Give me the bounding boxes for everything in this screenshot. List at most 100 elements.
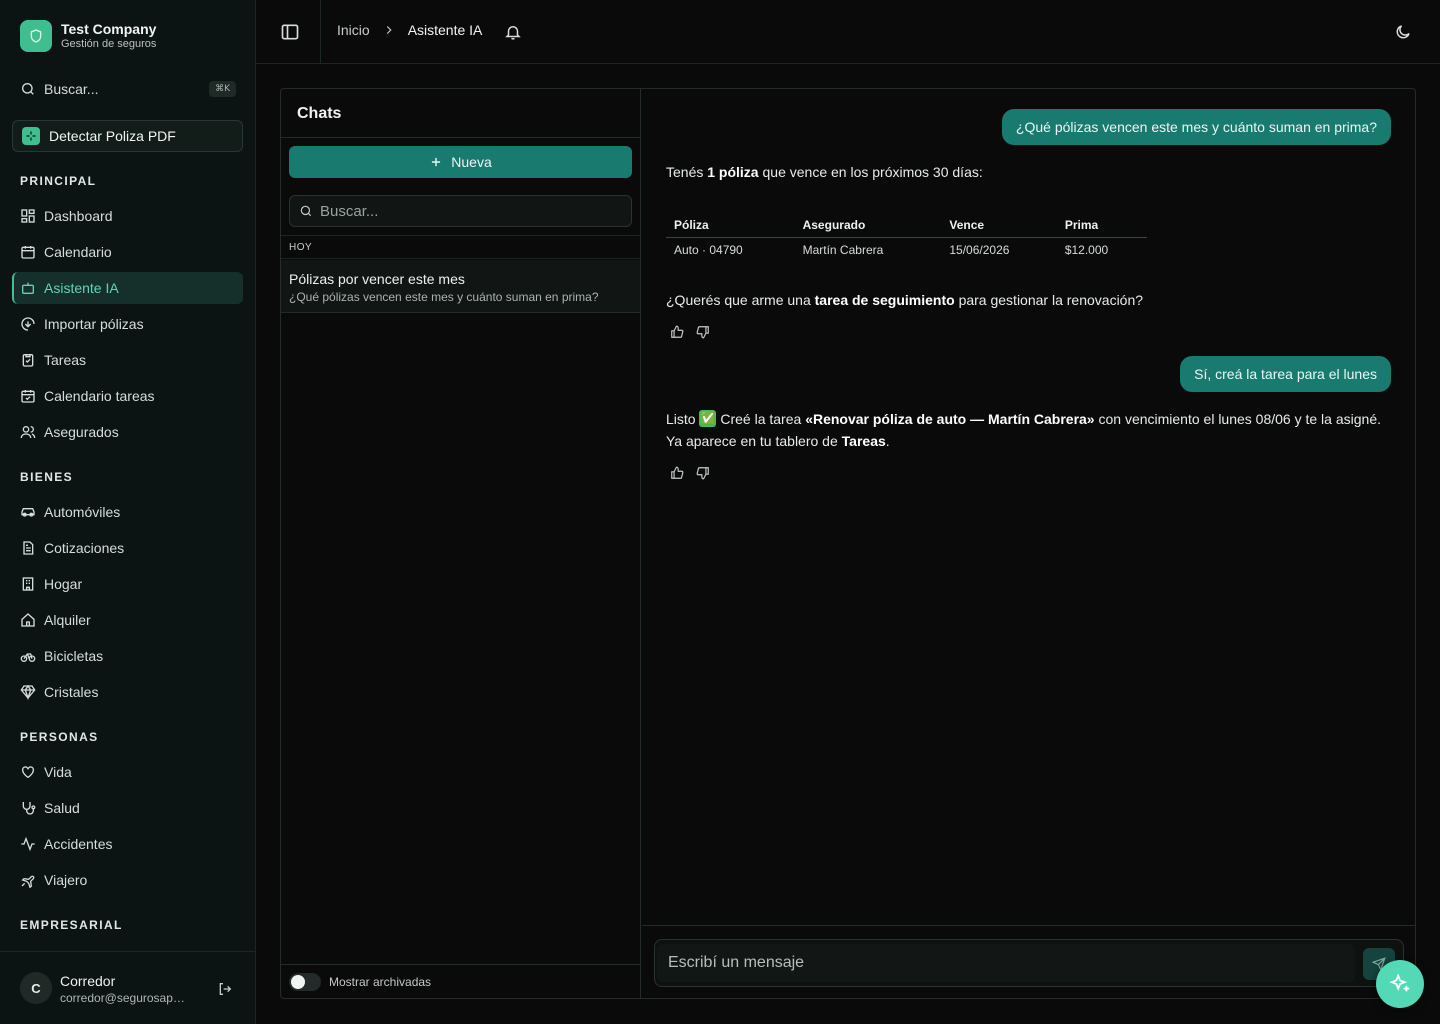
divider	[281, 137, 640, 138]
chat-search-input[interactable]: Buscar...	[289, 195, 632, 227]
top-header: Inicio Asistente IA	[256, 0, 1440, 64]
calendar-check-icon	[21, 390, 35, 403]
divider	[281, 964, 640, 965]
ai-assistant-fab[interactable]	[1376, 960, 1424, 1008]
text: .	[885, 433, 890, 449]
text: que vence en los próximos 30 días:	[758, 164, 983, 180]
thumbs-down-icon[interactable]	[696, 325, 710, 339]
feedback-row	[670, 325, 710, 339]
composer	[654, 939, 1404, 987]
sidebar-item-dashboard[interactable]: Dashboard	[12, 200, 243, 232]
search-shortcut: ⌘K	[209, 81, 236, 97]
sidebar-item-importar-polizas[interactable]: Importar pólizas	[12, 308, 243, 340]
section-empresarial: EMPRESARIAL	[20, 918, 123, 932]
user-email: corredor@segurosapp.com	[60, 991, 190, 1005]
bold-text: tarea de seguimiento	[814, 292, 955, 308]
search-icon	[300, 205, 312, 217]
sidebar-item-label: Importar pólizas	[44, 316, 144, 332]
sidebar-item-label: Viajero	[44, 872, 88, 888]
sidebar-item-tareas[interactable]: Tareas	[12, 344, 243, 376]
sidebar-item-alquiler[interactable]: Alquiler	[12, 604, 243, 636]
sidebar-search[interactable]: Buscar... ⌘K	[20, 78, 236, 100]
sidebar-item-automoviles[interactable]: Automóviles	[12, 496, 243, 528]
chats-title: Chats	[297, 105, 342, 122]
chat-item-preview: ¿Qué pólizas vencen este mes y cuánto su…	[289, 290, 599, 304]
detect-policy-pdf-label: Detectar Poliza PDF	[49, 128, 176, 144]
chat-list-item[interactable]: Pólizas por vencer este mes ¿Qué pólizas…	[281, 260, 640, 313]
sidebar-item-asistente-ia[interactable]: Asistente IA	[12, 272, 243, 304]
sidebar-item-label: Bicicletas	[44, 648, 104, 664]
show-archived-toggle[interactable]	[289, 973, 321, 991]
import-icon	[21, 317, 35, 331]
sidebar-item-asegurados[interactable]: Asegurados	[12, 416, 243, 448]
thumbs-up-icon[interactable]	[670, 466, 684, 480]
home-icon	[21, 613, 35, 627]
stethoscope-icon	[22, 802, 36, 815]
brand[interactable]: Test Company Gestión de seguros	[20, 20, 156, 52]
sidebar-item-label: Vida	[44, 764, 72, 780]
divider	[642, 925, 1415, 926]
thumbs-down-icon[interactable]	[696, 466, 710, 480]
document-icon	[23, 541, 34, 555]
dashboard-icon	[21, 209, 35, 223]
clipboard-icon	[22, 354, 34, 367]
bell-icon[interactable]	[504, 23, 522, 41]
cell: 15/06/2026	[949, 243, 1010, 257]
sidebar-item-label: Accidentes	[44, 836, 113, 852]
sidebar-item-label: Cotizaciones	[44, 540, 125, 556]
detect-policy-pdf-button[interactable]: Detectar Poliza PDF	[12, 120, 243, 152]
table-header-row: Póliza Asegurado Vence Prima	[666, 213, 1147, 238]
sidebar-item-label: Cristales	[44, 684, 99, 700]
chats-column: Chats Nueva Buscar... HOY Pólizas por ve…	[281, 89, 641, 998]
heart-icon	[22, 766, 34, 779]
brand-name: Test Company	[61, 21, 157, 37]
brand-subtitle: Gestión de seguros	[61, 38, 157, 50]
policies-table: Póliza Asegurado Vence Prima Auto · 0479…	[666, 213, 1147, 262]
thumbs-up-icon[interactable]	[670, 325, 684, 339]
sparkle-icon	[22, 127, 40, 145]
sidebar-item-bicicletas[interactable]: Bicicletas	[12, 640, 243, 672]
message-input[interactable]	[657, 944, 1355, 982]
sidebar-item-label: Asegurados	[44, 424, 119, 440]
chevron-right-icon	[386, 26, 392, 34]
sidebar-item-calendario-tareas[interactable]: Calendario tareas	[12, 380, 243, 412]
user-area: C Corredor corredor@segurosapp.com	[0, 951, 255, 1024]
header-divider	[320, 0, 321, 64]
bicycle-icon	[20, 653, 36, 662]
bold-text: «Renovar póliza de auto — Martín Cabrera…	[805, 411, 1095, 427]
new-chat-label: Nueva	[451, 154, 492, 170]
sidebar-item-calendario[interactable]: Calendario	[12, 236, 243, 268]
search-icon	[22, 83, 34, 95]
messages-column: ¿Qué pólizas vencen este mes y cuánto su…	[642, 89, 1415, 998]
sidebar-item-vida[interactable]: Vida	[12, 756, 243, 788]
user-message: ¿Qué pólizas vencen este mes y cuánto su…	[1001, 109, 1391, 145]
text: para gestionar la renovación?	[954, 292, 1144, 308]
sidebar-item-salud[interactable]: Salud	[12, 792, 243, 824]
show-archived-label: Mostrar archivadas	[329, 975, 432, 989]
text: con vencimiento el lunes 08/06 y te la a…	[1094, 411, 1381, 427]
moon-icon[interactable]	[1394, 23, 1412, 41]
cell: Martín Cabrera	[802, 243, 884, 257]
avatar[interactable]: C	[20, 972, 52, 1004]
assistant-followup: ¿Querés que arme una tarea de seguimient…	[666, 289, 1143, 311]
bold-text[interactable]: Tareas	[842, 433, 886, 449]
breadcrumb-current: Asistente IA	[407, 22, 483, 38]
sidebar-search-label: Buscar...	[44, 81, 99, 97]
check-emoji: ✅	[699, 410, 717, 427]
cell: Auto · 04790	[674, 243, 743, 257]
sidebar-item-viajero[interactable]: Viajero	[12, 864, 243, 896]
sidebar-item-cristales[interactable]: Cristales	[12, 676, 243, 708]
new-chat-button[interactable]: Nueva	[289, 146, 632, 178]
sidebar-item-cotizaciones[interactable]: Cotizaciones	[12, 532, 243, 564]
col-asegurado: Asegurado	[794, 213, 942, 238]
logout-icon[interactable]	[217, 981, 233, 997]
text: Creé la tarea	[716, 411, 806, 427]
feedback-row	[670, 466, 710, 480]
text: Ya aparece en tu tablero de	[666, 433, 842, 449]
sidebar-item-hogar[interactable]: Hogar	[12, 568, 243, 600]
breadcrumb-home[interactable]: Inicio	[337, 22, 370, 38]
cell: $12.000	[1064, 243, 1109, 257]
activity-icon	[21, 836, 35, 852]
sidebar-item-accidentes[interactable]: Accidentes	[12, 828, 243, 860]
sidebar-toggle-icon[interactable]	[280, 22, 300, 42]
